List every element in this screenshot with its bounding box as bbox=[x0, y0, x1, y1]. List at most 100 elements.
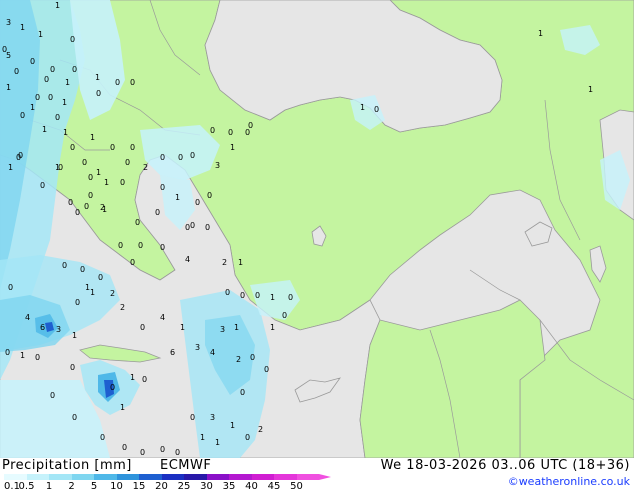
precip-value-label: 0 bbox=[30, 57, 35, 66]
precip-value-label: 0 bbox=[14, 67, 19, 76]
legend-tick: 15 bbox=[132, 481, 146, 492]
precip-value-label: 1 bbox=[180, 323, 185, 332]
legend-swatch bbox=[26, 474, 49, 480]
precip-value-label: 0 bbox=[190, 413, 195, 422]
precip-value-label: 1 bbox=[270, 293, 275, 302]
legend-swatch bbox=[161, 474, 184, 480]
precip-value-label: 0 bbox=[250, 353, 255, 362]
precip-value-label: 0 bbox=[178, 153, 183, 162]
precip-value-label: 0 bbox=[2, 45, 7, 54]
precip-value-label: 0 bbox=[130, 78, 135, 87]
legend-tick: 1 bbox=[45, 481, 53, 492]
precip-value-label: 0 bbox=[228, 128, 233, 137]
precip-value-label: 0 bbox=[160, 243, 165, 252]
precip-value-label: 0 bbox=[96, 89, 101, 98]
precip-value-label: 0 bbox=[72, 413, 77, 422]
precip-value-label: 0 bbox=[44, 75, 49, 84]
legend-swatch bbox=[274, 474, 297, 480]
precip-value-label: 0 bbox=[160, 153, 165, 162]
precip-value-label: 0 bbox=[225, 288, 230, 297]
precip-value-label: 0 bbox=[207, 191, 212, 200]
precip-value-label: 1 bbox=[120, 403, 125, 412]
legend-swatch bbox=[94, 474, 117, 480]
precip-value-label: 0 bbox=[282, 311, 287, 320]
legend-tick: 25 bbox=[177, 481, 191, 492]
precip-value-label: 1 bbox=[63, 128, 68, 137]
precip-value-label: 3 bbox=[215, 161, 220, 170]
precip-value-label: 0 bbox=[122, 443, 127, 452]
precip-value-label: 1 bbox=[62, 98, 67, 107]
precip-value-label: 0 bbox=[205, 223, 210, 232]
precip-value-label: 0 bbox=[20, 111, 25, 120]
precip-value-label: 1 bbox=[230, 143, 235, 152]
precip-value-label: 0 bbox=[80, 265, 85, 274]
precip-value-label: 3 bbox=[195, 343, 200, 352]
precipitation-map: 3111050110001001110000000000010110002000… bbox=[0, 0, 634, 458]
legend-arrow bbox=[319, 474, 331, 480]
precip-value-label: 1 bbox=[72, 331, 77, 340]
precip-value-label: 1 bbox=[588, 85, 593, 94]
precip-value-label: 0 bbox=[130, 143, 135, 152]
valid-time: We 18-03-2026 03..06 UTC (18+36) bbox=[380, 458, 630, 473]
precip-value-label: 1 bbox=[90, 133, 95, 142]
precip-value-label: 1 bbox=[230, 421, 235, 430]
precip-value-label: 0 bbox=[155, 208, 160, 217]
precip-value-label: 0 bbox=[118, 241, 123, 250]
precip-value-label: 3 bbox=[220, 325, 225, 334]
copyright-icon[interactable]: ©weatheronline.co.uk bbox=[508, 475, 630, 488]
precip-value-label: 0 bbox=[190, 221, 195, 230]
precip-value-label: 1 bbox=[175, 193, 180, 202]
precip-value-label: 6 bbox=[170, 348, 175, 357]
precip-value-label: 0 bbox=[140, 323, 145, 332]
precip-value-label: 0 bbox=[82, 158, 87, 167]
precip-value-label: 0 bbox=[100, 433, 105, 442]
precip-value-label: 0 bbox=[98, 273, 103, 282]
precip-value-label: 1 bbox=[200, 433, 205, 442]
precip-value-label: 0 bbox=[16, 153, 21, 162]
model-name: ECMWF bbox=[160, 458, 212, 473]
precip-value-label: 0 bbox=[160, 445, 165, 454]
legend-swatch bbox=[206, 474, 229, 480]
precip-value-label: 1 bbox=[104, 178, 109, 187]
legend-swatch bbox=[184, 474, 207, 480]
precip-value-label: 0 bbox=[190, 151, 195, 160]
precip-value-label: 2 bbox=[258, 425, 263, 434]
legend-swatch bbox=[229, 474, 252, 480]
precip-value-label: 0 bbox=[8, 283, 13, 292]
product-title: Precipitation [mm] bbox=[2, 458, 132, 473]
precip-value-label: 0 bbox=[35, 93, 40, 102]
precip-value-label: 4 bbox=[25, 313, 30, 322]
precip-value-label: 1 bbox=[238, 258, 243, 267]
precip-value-label: 1 bbox=[234, 323, 239, 332]
precip-value-label: 0 bbox=[374, 105, 379, 114]
precip-value-label: 0 bbox=[70, 363, 75, 372]
precip-value-label: 0 bbox=[210, 126, 215, 135]
precip-value-label: 0 bbox=[255, 291, 260, 300]
legend-swatch bbox=[4, 474, 27, 480]
precip-value-label: 0 bbox=[88, 191, 93, 200]
precip-value-label: 0 bbox=[70, 35, 75, 44]
precip-value-label: 1 bbox=[360, 103, 365, 112]
precip-value-label: 2 bbox=[143, 163, 148, 172]
precip-value-label: 0 bbox=[68, 198, 73, 207]
precip-value-label: 3 bbox=[6, 18, 11, 27]
precip-value-label: 0 bbox=[140, 448, 145, 457]
legend-tick: 35 bbox=[222, 481, 236, 492]
legend-swatch bbox=[296, 474, 319, 480]
legend-swatch bbox=[139, 474, 162, 480]
precip-value-label: 1 bbox=[38, 30, 43, 39]
footer: Precipitation [mm] ECMWF We 18-03-2026 0… bbox=[0, 458, 634, 492]
precip-value-label: 0 bbox=[240, 291, 245, 300]
precip-value-label: 2 bbox=[110, 289, 115, 298]
legend-tick: 10 bbox=[110, 481, 123, 492]
precip-value-label: 0 bbox=[130, 258, 135, 267]
precip-value-label: 0 bbox=[142, 375, 147, 384]
precip-value-label: 0 bbox=[55, 113, 60, 122]
precip-value-label: 1 bbox=[95, 73, 100, 82]
precip-value-label: 1 bbox=[20, 351, 25, 360]
legend-tick: 40 bbox=[245, 481, 258, 492]
map-canvas: 3111050110 001001 110 00000 0 00 0 0101 100020 00… bbox=[0, 0, 634, 458]
precip-value-label: 0 bbox=[115, 78, 120, 87]
precip-value-label: 0 bbox=[248, 121, 253, 130]
precip-value-label: 2 bbox=[120, 303, 125, 312]
